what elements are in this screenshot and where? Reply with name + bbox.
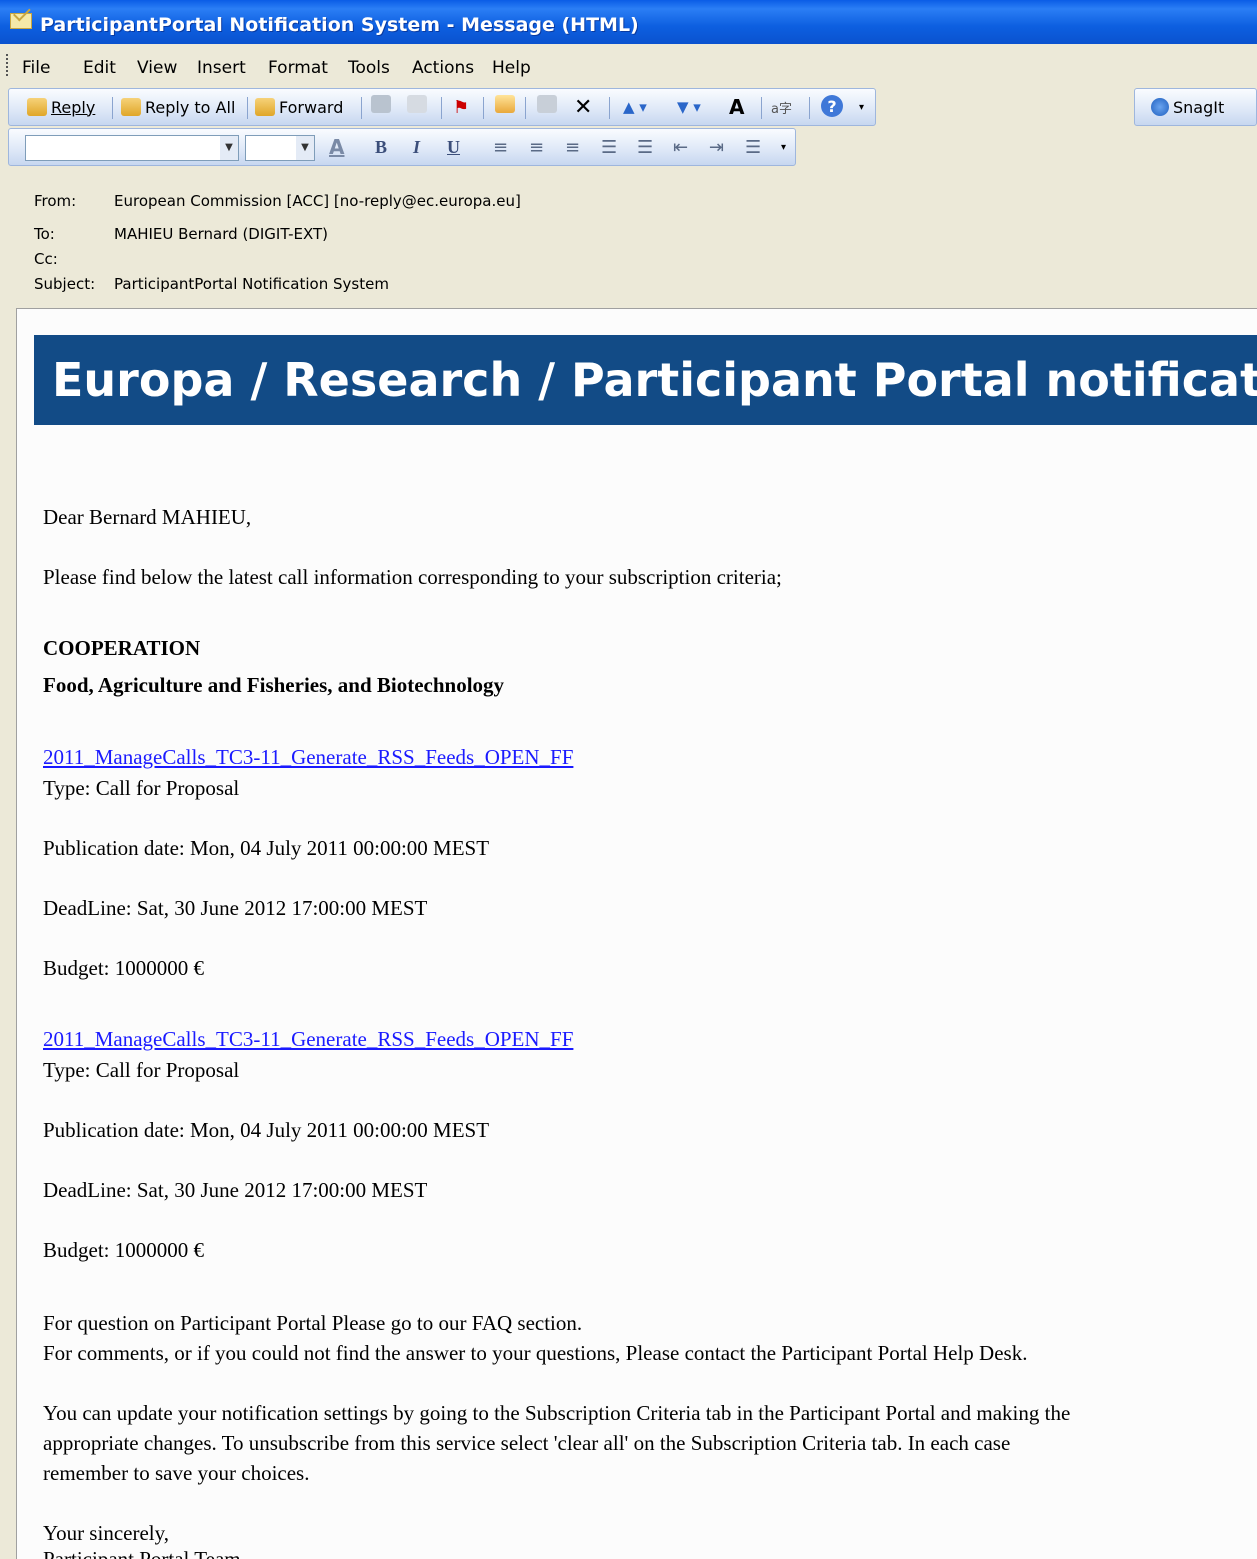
previous-item-icon[interactable]: ▲ ▾ xyxy=(623,95,647,119)
call-type: Type: Call for Proposal xyxy=(43,776,240,800)
decrease-indent-icon[interactable]: ⇤ xyxy=(673,135,688,159)
reply-all-label: Reply to All xyxy=(145,97,236,117)
call-link[interactable]: 2011_ManageCalls_TC3-11_Generate_RSS_Fee… xyxy=(43,1027,573,1052)
align-center-icon[interactable]: ≡ xyxy=(529,135,544,159)
from-value[interactable]: European Commission [ACC] [no-reply@ec.e… xyxy=(114,192,521,210)
call-deadline: DeadLine: Sat, 30 June 2012 17:00:00 MES… xyxy=(43,1178,428,1202)
menu-edit[interactable]: Edit xyxy=(83,58,116,78)
toolbar-separator xyxy=(761,97,762,119)
call-type: Type: Call for Proposal xyxy=(43,1058,240,1082)
chevron-down-icon[interactable]: ▼ xyxy=(220,136,238,160)
delete-icon[interactable]: ✕ xyxy=(574,95,592,120)
categories-icon[interactable] xyxy=(537,95,557,113)
call-budget: Budget: 1000000 € xyxy=(43,956,204,980)
toolbar-separator xyxy=(112,97,113,119)
faq-text: For question on Participant Portal Pleas… xyxy=(43,1311,583,1335)
call-deadline: DeadLine: Sat, 30 June 2012 17:00:00 MES… xyxy=(43,896,428,920)
align-left-icon[interactable]: ≡ xyxy=(493,135,508,159)
standard-toolbar: Reply Reply to All Forward ⚑ ✕ ▲ ▾ ▼ ▾ A… xyxy=(8,88,876,126)
envelope-icon xyxy=(10,13,32,29)
menu-file[interactable]: File xyxy=(22,58,50,78)
toolbar-separator xyxy=(483,97,484,119)
menu-view[interactable]: View xyxy=(137,58,177,78)
move-folder-icon[interactable] xyxy=(495,95,515,113)
update-text-line-2: appropriate changes. To unsubscribe from… xyxy=(43,1431,1011,1455)
snagit-label: SnagIt xyxy=(1173,97,1225,117)
print-icon[interactable] xyxy=(371,95,391,113)
font-combo[interactable]: ▼ xyxy=(25,135,239,161)
toolbar-separator xyxy=(525,97,526,119)
to-label: To: xyxy=(34,225,55,243)
call-publication-date: Publication date: Mon, 04 July 2011 00:0… xyxy=(43,1118,490,1142)
subject-label: Subject: xyxy=(34,275,96,293)
increase-indent-icon[interactable]: ⇥ xyxy=(709,135,724,159)
help-icon[interactable]: ? xyxy=(821,95,843,117)
font-color-icon[interactable]: A xyxy=(329,135,344,159)
window-title-bar[interactable]: ParticipantPortal Notification System - … xyxy=(0,0,1257,44)
forward-label: Forward xyxy=(279,97,344,117)
reply-label: Reply xyxy=(51,97,96,117)
bullets-icon[interactable]: ☰ xyxy=(601,135,617,159)
next-item-icon[interactable]: ▼ ▾ xyxy=(677,95,701,119)
chevron-down-icon[interactable]: ▼ xyxy=(296,136,314,160)
menu-tools[interactable]: Tools xyxy=(348,58,390,78)
flag-icon[interactable]: ⚑ xyxy=(453,95,469,119)
closing-text: Your sincerely, xyxy=(43,1521,169,1545)
size-combo[interactable]: ▼ xyxy=(245,135,315,161)
numbering-icon[interactable]: ☰ xyxy=(637,135,653,159)
toolbar-options-icon[interactable]: ▾ xyxy=(859,95,864,119)
programme-heading: COOPERATION xyxy=(43,636,201,660)
translate-icon[interactable]: a字 xyxy=(771,95,792,119)
toolbar-options-icon[interactable]: ▾ xyxy=(781,135,786,159)
copy-icon[interactable] xyxy=(407,95,427,113)
call-link[interactable]: 2011_ManageCalls_TC3-11_Generate_RSS_Fee… xyxy=(43,745,573,770)
menu-bar: File Edit View Insert Format Tools Actio… xyxy=(0,44,1257,86)
snagit-button[interactable]: SnagIt xyxy=(1151,95,1224,119)
update-text-line-1: You can update your notification setting… xyxy=(43,1401,1071,1425)
greeting: Dear Bernard MAHIEU, xyxy=(43,505,252,529)
menu-grip[interactable] xyxy=(6,54,11,76)
snagit-toolbar: SnagIt xyxy=(1134,88,1257,126)
reply-all-button[interactable]: Reply to All xyxy=(121,95,235,119)
reply-button[interactable]: Reply xyxy=(27,95,95,119)
to-value[interactable]: MAHIEU Bernard (DIGIT-EXT) xyxy=(114,225,328,243)
window-title: ParticipantPortal Notification System - … xyxy=(40,14,639,36)
toolbar-separator xyxy=(441,97,442,119)
intro-text: Please find below the latest call inform… xyxy=(43,565,782,589)
helpdesk-text: For comments, or if you could not find t… xyxy=(43,1341,1028,1365)
styles-icon[interactable]: ☰ xyxy=(745,135,761,159)
italic-icon[interactable]: I xyxy=(413,135,420,159)
toolbar-separator xyxy=(809,97,810,119)
call-publication-date: Publication date: Mon, 04 July 2011 00:0… xyxy=(43,836,490,860)
menu-help[interactable]: Help xyxy=(492,58,531,78)
underline-icon[interactable]: U xyxy=(447,135,460,159)
menu-format[interactable]: Format xyxy=(268,58,328,78)
snagit-icon xyxy=(1151,98,1169,116)
update-text-line-3: remember to save your choices. xyxy=(43,1461,310,1485)
reply-all-icon xyxy=(121,98,141,116)
menu-insert[interactable]: Insert xyxy=(197,58,246,78)
bold-icon[interactable]: B xyxy=(375,135,387,159)
reply-icon xyxy=(27,98,47,116)
cc-label: Cc: xyxy=(34,250,58,268)
toolbar-separator xyxy=(361,97,362,119)
from-label: From: xyxy=(34,192,77,210)
portal-banner: Europa / Research / Participant Portal n… xyxy=(34,335,1257,425)
forward-icon xyxy=(255,98,275,116)
signature-text: Participant Portal Team xyxy=(43,1547,241,1559)
forward-button[interactable]: Forward xyxy=(255,95,343,119)
message-header: From: European Commission [ACC] [no-repl… xyxy=(0,170,1257,302)
theme-heading: Food, Agriculture and Fisheries, and Bio… xyxy=(43,673,505,697)
toolbar-separator xyxy=(247,97,248,119)
subject-value: ParticipantPortal Notification System xyxy=(114,275,389,293)
toolbar-separator xyxy=(609,97,610,119)
call-budget: Budget: 1000000 € xyxy=(43,1238,204,1262)
align-right-icon[interactable]: ≡ xyxy=(565,135,580,159)
font-size-icon[interactable]: A xyxy=(729,95,744,119)
menu-actions[interactable]: Actions xyxy=(412,58,474,78)
message-body[interactable]: Europa / Research / Participant Portal n… xyxy=(16,308,1257,1559)
formatting-toolbar: ▼ ▼ A B I U ≡ ≡ ≡ ☰ ☰ ⇤ ⇥ ☰ ▾ xyxy=(8,128,796,166)
